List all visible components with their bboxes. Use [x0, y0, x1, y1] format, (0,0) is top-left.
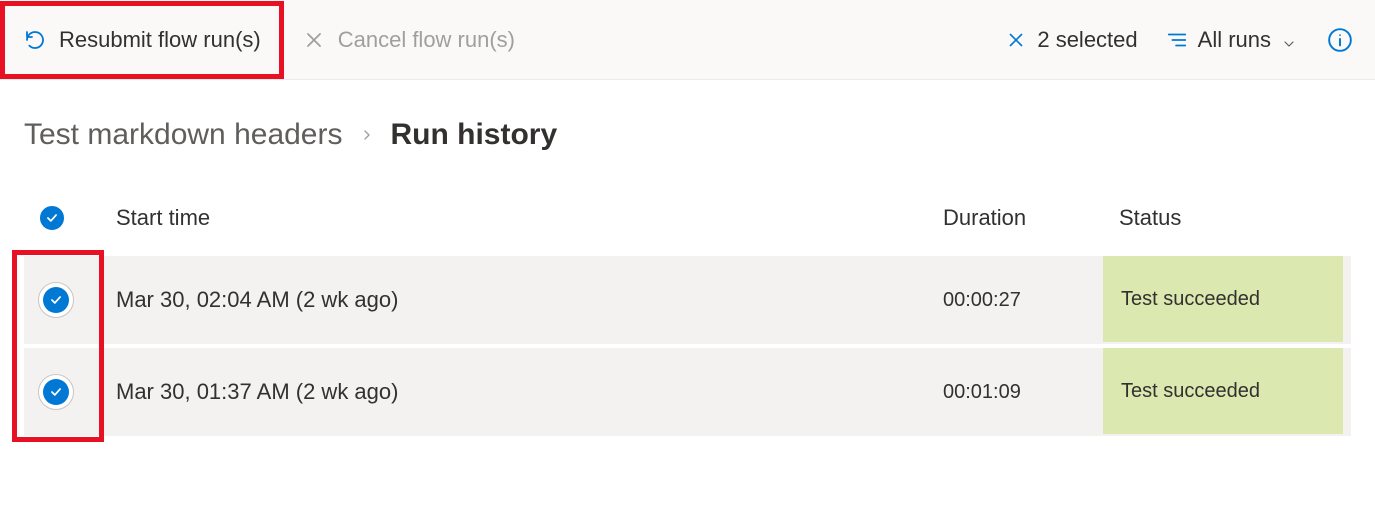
- command-bar-right: 2 selected All runs: [1005, 25, 1355, 55]
- filter-icon: [1166, 29, 1188, 51]
- resubmit-button[interactable]: Resubmit flow run(s): [0, 1, 284, 79]
- run-history-table: Start time Duration Status Mar 30, 02:04…: [24, 184, 1351, 436]
- row-start-time: Mar 30, 01:37 AM (2 wk ago): [100, 379, 943, 405]
- row-checkbox[interactable]: [38, 282, 74, 318]
- column-header-start[interactable]: Start time: [100, 205, 943, 231]
- row-status-cell: Test succeeded: [1103, 256, 1343, 344]
- check-icon: [49, 293, 63, 307]
- cancel-label: Cancel flow run(s): [338, 27, 515, 53]
- close-icon: [1005, 29, 1027, 51]
- resubmit-label: Resubmit flow run(s): [59, 27, 261, 53]
- row-check-cell: [32, 374, 100, 410]
- cancel-button: Cancel flow run(s): [284, 1, 533, 79]
- check-icon: [45, 211, 59, 225]
- info-icon: [1327, 27, 1353, 53]
- select-all-checkbox[interactable]: [38, 204, 66, 232]
- row-duration: 00:00:27: [943, 289, 1103, 312]
- table-header: Start time Duration Status: [24, 184, 1351, 252]
- select-all-cell: [32, 204, 100, 232]
- info-button[interactable]: [1325, 25, 1355, 55]
- table-row[interactable]: Mar 30, 02:04 AM (2 wk ago) 00:00:27 Tes…: [24, 256, 1351, 344]
- breadcrumb-parent[interactable]: Test markdown headers: [24, 118, 343, 152]
- row-checkbox[interactable]: [38, 374, 74, 410]
- command-bar-left: Resubmit flow run(s) Cancel flow run(s): [0, 1, 1005, 79]
- close-icon: [302, 28, 326, 52]
- table-body: Mar 30, 02:04 AM (2 wk ago) 00:00:27 Tes…: [24, 256, 1351, 436]
- refresh-icon: [23, 28, 47, 52]
- breadcrumb: Test markdown headers Run history: [0, 80, 1375, 184]
- status-badge: Test succeeded: [1103, 256, 1343, 342]
- check-icon: [49, 385, 63, 399]
- filter-label: All runs: [1198, 27, 1271, 53]
- chevron-down-icon: [1281, 32, 1297, 48]
- status-badge: Test succeeded: [1103, 348, 1343, 434]
- row-check-cell: [32, 282, 100, 318]
- breadcrumb-current: Run history: [391, 118, 558, 152]
- chevron-right-icon: [359, 127, 375, 143]
- column-header-duration[interactable]: Duration: [943, 205, 1103, 231]
- row-start-time: Mar 30, 02:04 AM (2 wk ago): [100, 287, 943, 313]
- table-row[interactable]: Mar 30, 01:37 AM (2 wk ago) 00:01:09 Tes…: [24, 348, 1351, 436]
- clear-selection-button[interactable]: 2 selected: [1005, 27, 1137, 53]
- row-status-cell: Test succeeded: [1103, 348, 1343, 436]
- selection-count-label: 2 selected: [1037, 27, 1137, 53]
- row-duration: 00:01:09: [943, 381, 1103, 404]
- filter-dropdown[interactable]: All runs: [1166, 27, 1297, 53]
- column-header-status[interactable]: Status: [1103, 205, 1343, 231]
- command-bar: Resubmit flow run(s) Cancel flow run(s) …: [0, 0, 1375, 80]
